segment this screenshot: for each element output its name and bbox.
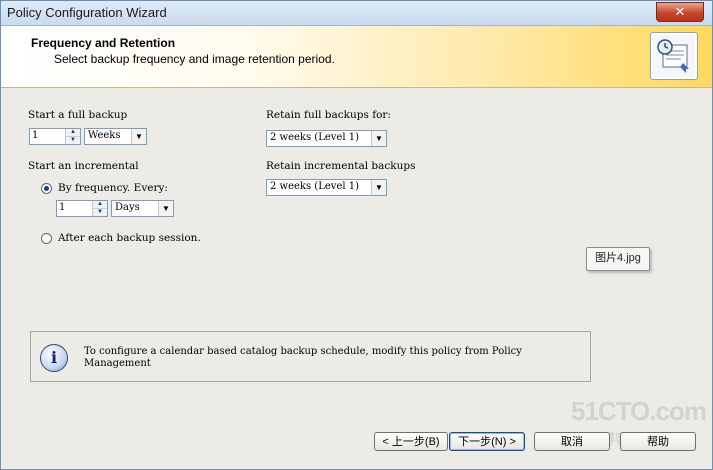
close-button[interactable]: ✕: [656, 2, 704, 22]
help-button[interactable]: 帮助: [620, 432, 696, 451]
retain-full-select[interactable]: 2 weeks (Level 1) ▼: [266, 130, 387, 147]
stepper-down-icon[interactable]: ▼: [66, 136, 80, 144]
page-title: Frequency and Retention: [31, 36, 176, 50]
info-panel: i To configure a calendar based catalog …: [30, 331, 591, 382]
incremental-label: Start an incremental: [28, 160, 139, 172]
retain-full-label: Retain full backups for:: [266, 109, 391, 121]
watermark-logo: 51CTO.com: [571, 396, 707, 426]
info-message: To configure a calendar based catalog ba…: [84, 346, 522, 368]
full-backup-count-stepper[interactable]: 1 ▲ ▼: [29, 128, 81, 145]
incremental-unit-value: Days: [115, 202, 140, 213]
wizard-window: Policy Configuration Wizard ✕ Frequency …: [0, 0, 713, 470]
incremental-count-stepper[interactable]: 1 ▲ ▼: [56, 200, 108, 217]
chevron-down-icon[interactable]: ▼: [371, 131, 386, 146]
full-backup-label: Start a full backup: [28, 109, 128, 121]
next-button[interactable]: 下一步(N) >: [449, 432, 525, 451]
cancel-button[interactable]: 取消: [534, 432, 610, 451]
stepper-up-icon[interactable]: ▲: [66, 129, 80, 136]
retain-incremental-label: Retain incremental backups: [266, 160, 416, 172]
by-frequency-radio[interactable]: [41, 183, 52, 194]
calendar-wizard-icon: [650, 32, 698, 80]
full-backup-unit-select[interactable]: Weeks ▼: [84, 128, 147, 145]
after-session-label: After each backup session.: [58, 232, 201, 244]
wizard-header: Frequency and Retention Select backup fr…: [1, 26, 712, 88]
chevron-down-icon[interactable]: ▼: [131, 129, 146, 144]
full-backup-count-value: 1: [32, 130, 39, 141]
stepper-down-icon[interactable]: ▼: [93, 208, 107, 216]
retain-incremental-value: 2 weeks (Level 1): [270, 181, 359, 192]
stepper-up-icon[interactable]: ▲: [93, 201, 107, 208]
incremental-count-value: 1: [59, 202, 66, 213]
chevron-down-icon[interactable]: ▼: [158, 201, 173, 216]
info-icon: i: [40, 344, 68, 372]
full-backup-unit-value: Weeks: [88, 130, 121, 141]
window-title: Policy Configuration Wizard: [7, 5, 167, 20]
stepper-arrows[interactable]: ▲ ▼: [92, 201, 107, 216]
retain-full-value: 2 weeks (Level 1): [270, 132, 359, 143]
image-tooltip: 图片4.jpg: [586, 247, 650, 271]
stepper-arrows[interactable]: ▲ ▼: [65, 129, 80, 144]
retain-incremental-select[interactable]: 2 weeks (Level 1) ▼: [266, 179, 387, 196]
after-session-radio[interactable]: [41, 233, 52, 244]
chevron-down-icon[interactable]: ▼: [371, 180, 386, 195]
by-frequency-label: By frequency. Every:: [58, 182, 168, 194]
back-button[interactable]: < 上一步(B): [374, 432, 448, 451]
incremental-unit-select[interactable]: Days ▼: [111, 200, 174, 217]
title-bar: Policy Configuration Wizard ✕: [1, 1, 712, 26]
page-subtitle: Select backup frequency and image retent…: [54, 52, 335, 66]
